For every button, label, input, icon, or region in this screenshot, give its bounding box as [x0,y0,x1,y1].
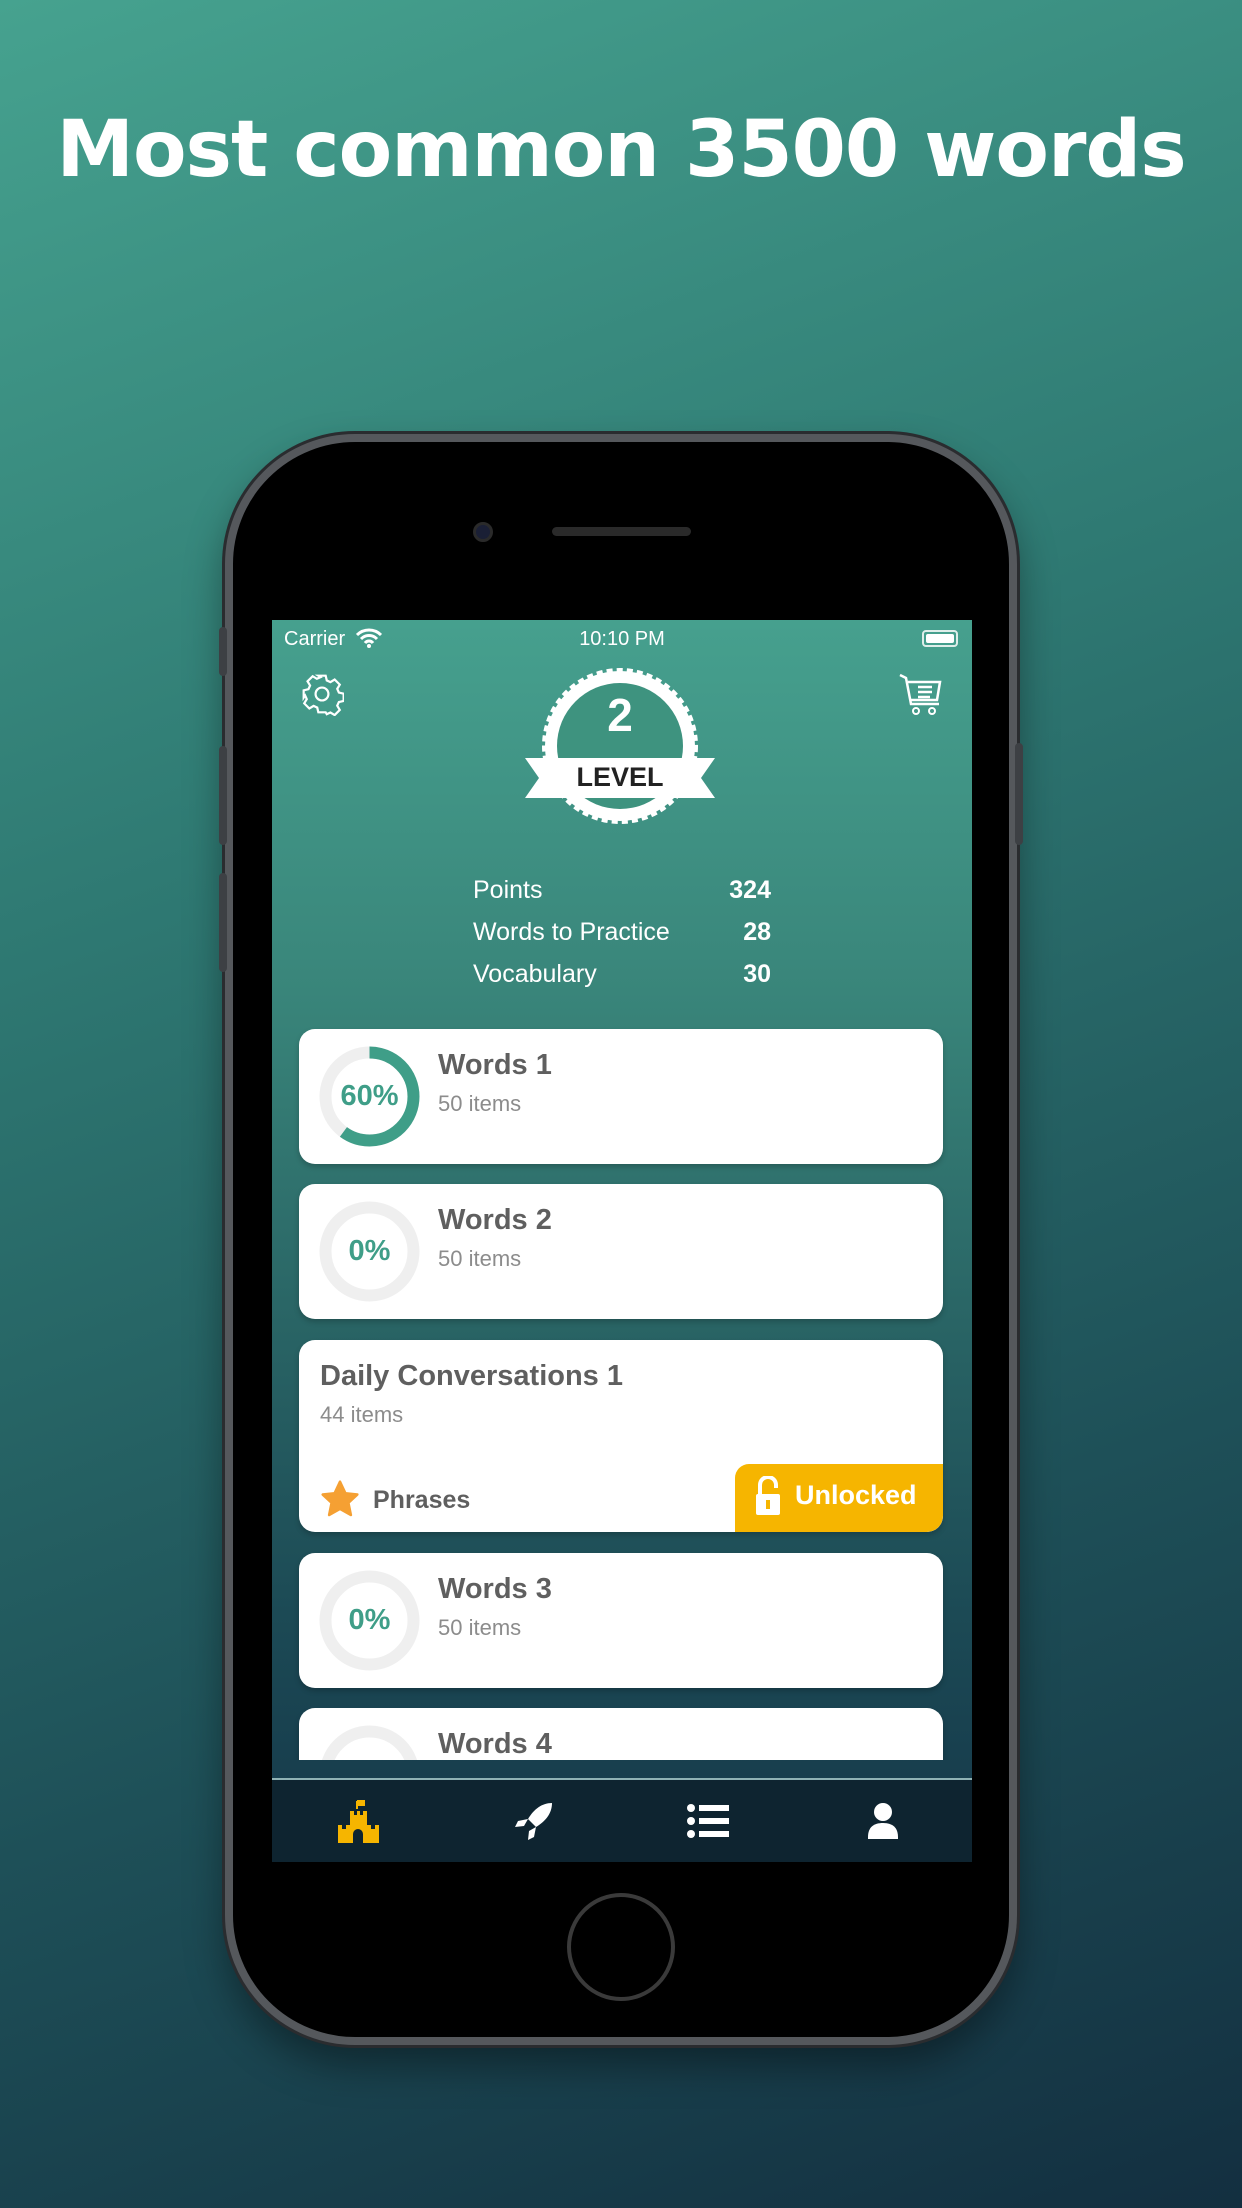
stat-points: Points 324 [473,876,771,905]
lesson-card-words-2[interactable]: 0% Words 2 50 items [299,1184,943,1319]
tab-lists[interactable] [683,1796,733,1846]
card-subtitle: 50 items [438,1615,522,1640]
card-subtitle: 50 items [438,1091,522,1116]
lesson-card-words-1[interactable]: 60% Words 1 50 items [299,1029,943,1164]
progress-label: 60% [340,1080,399,1112]
mute-switch [219,627,227,676]
card-category: Phrases [373,1486,471,1514]
stat-value: 28 [743,918,771,946]
list-clip: Words 4 [272,1708,972,1760]
level-number: 2 [607,689,633,741]
star-icon [321,1480,359,1517]
stat-words-to-practice: Words to Practice 28 [473,918,771,947]
list-icon [687,1804,729,1838]
front-camera [473,522,493,542]
card-title: Words 2 [438,1204,552,1236]
lesson-card-words-4[interactable]: Words 4 [299,1708,943,1760]
cart-icon[interactable] [898,672,944,716]
tab-home[interactable] [333,1796,383,1846]
stat-label: Words to Practice [473,918,670,946]
progress-ring [321,1725,418,1760]
progress-label: 0% [348,1604,391,1636]
lesson-card-daily-conversations[interactable]: Daily Conversations 1 44 items Phrases U… [299,1340,943,1532]
card-title: Words 4 [438,1728,552,1760]
battery-icon [922,630,958,647]
card-title: Words 3 [438,1573,552,1605]
app-screen: Carrier 10:10 PM 2 LEVEL Points 324 Words… [272,620,972,1862]
volume-up-button [219,746,227,845]
headline: Most common 3500 words [56,105,1186,195]
stat-value: 324 [729,876,771,904]
rocket-icon [515,1803,552,1840]
stat-value: 30 [743,960,771,988]
lesson-card-words-3[interactable]: 0% Words 3 50 items [299,1553,943,1688]
castle-icon [338,1800,379,1843]
progress-label: 0% [348,1235,391,1267]
unlocked-badge: Unlocked [735,1464,943,1532]
card-subtitle: 50 items [438,1246,522,1271]
power-button [1015,743,1023,845]
card-title: Daily Conversations 1 [320,1360,623,1392]
user-icon [868,1803,898,1839]
unlock-icon [756,1476,780,1515]
card-subtitle: 44 items [320,1402,404,1427]
tab-bar [272,1778,972,1862]
volume-down-button [219,873,227,972]
card-title: Words 1 [438,1049,552,1081]
stat-label: Points [473,876,543,904]
gear-icon[interactable] [300,672,344,716]
tab-practice[interactable] [509,1796,559,1846]
clock: 10:10 PM [579,628,665,650]
stat-label: Vocabulary [473,960,597,988]
speaker [552,527,691,536]
home-button[interactable] [567,1893,675,2001]
stat-vocabulary: Vocabulary 30 [473,960,771,989]
level-badge: 2 LEVEL [525,666,715,826]
tab-profile[interactable] [858,1796,908,1846]
level-label: LEVEL [576,762,664,792]
unlocked-label: Unlocked [795,1480,917,1510]
